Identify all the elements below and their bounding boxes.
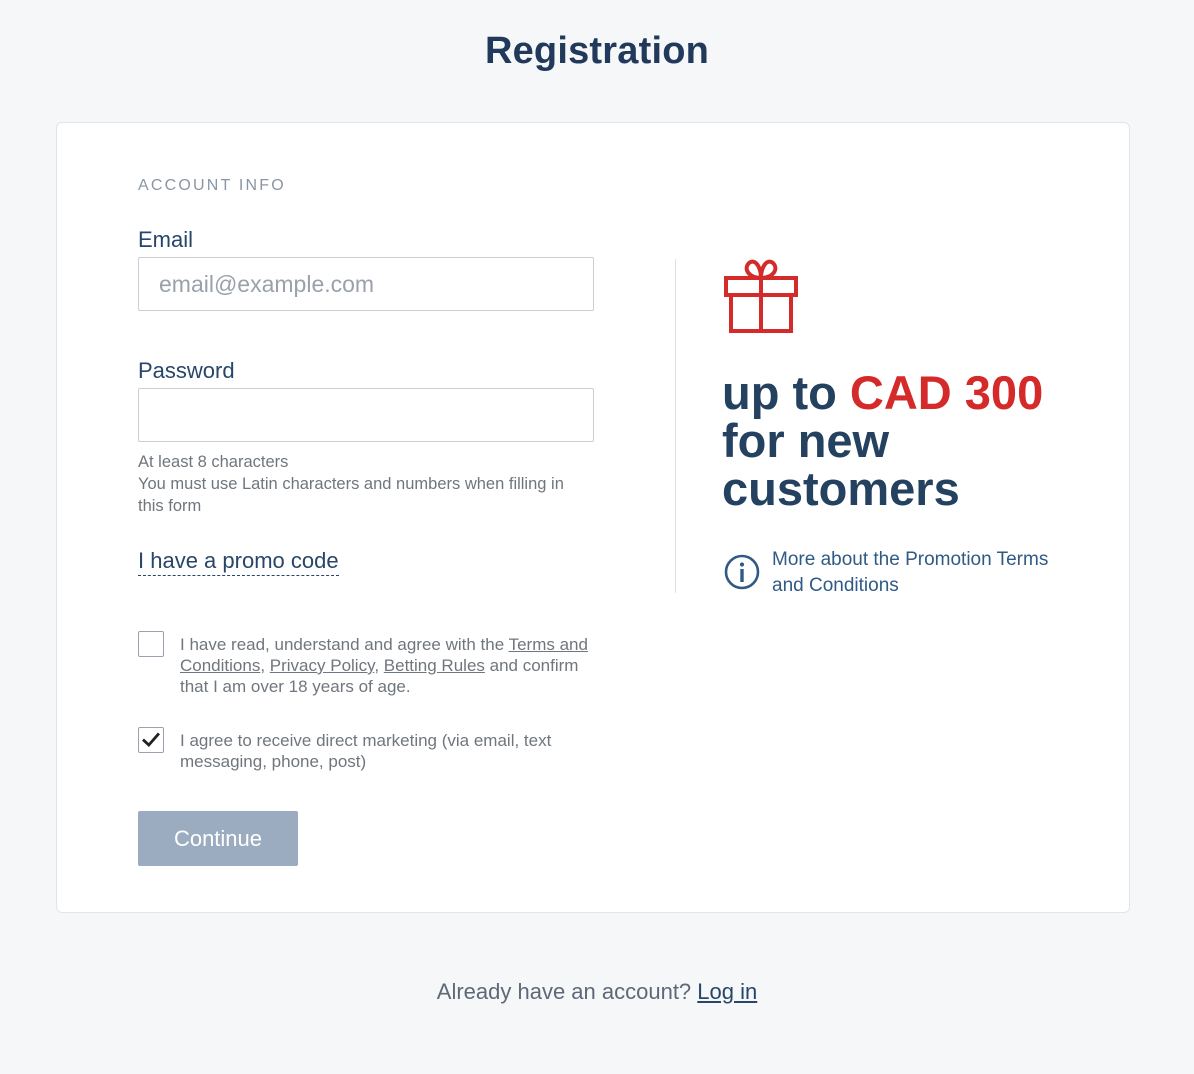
password-hint-length: At least 8 characters [138,453,289,471]
privacy-policy-link[interactable]: Privacy Policy [270,656,375,675]
section-heading-account-info: ACCOUNT INFO [138,177,286,194]
registration-card: ACCOUNT INFO Email Password At least 8 c… [56,122,1130,913]
email-input[interactable] [138,257,594,311]
terms-checkbox-label: I have read, understand and agree with t… [180,634,600,697]
terms-text-before: I have read, understand and agree with t… [180,635,509,654]
login-prompt-text: Already have an account? [436,979,698,1004]
promo-amount: CAD 300 [849,366,1044,419]
continue-button[interactable]: Continue [138,811,298,866]
page-title: Registration [484,30,710,72]
password-hint: At least 8 characters You must use Latin… [138,451,578,517]
promo-headline: up to CAD 300 for new customers [722,369,1082,513]
login-prompt: Already have an account? Log in [0,979,1194,1005]
marketing-checkbox[interactable] [138,727,164,753]
checkmark-icon [142,732,160,748]
betting-rules-link[interactable]: Betting Rules [384,656,485,675]
terms-separator-2: , [374,656,384,675]
login-link[interactable]: Log in [697,979,757,1004]
terms-separator-1: , [260,656,270,675]
password-hint-charset: You must use Latin characters and number… [138,475,564,515]
email-label: Email [138,227,194,252]
promo-code-link[interactable]: I have a promo code [138,547,339,576]
column-divider [675,259,676,593]
info-icon[interactable] [723,553,761,591]
gift-icon [724,259,798,333]
password-input[interactable] [138,388,594,442]
promotion-terms-link[interactable]: More about the Promotion Terms and Condi… [772,547,1052,599]
promo-headline-suffix: for new customers [722,414,960,515]
terms-checkbox[interactable] [138,631,164,657]
marketing-checkbox-label: I agree to receive direct marketing (via… [180,731,552,771]
promo-headline-prefix: up to [722,366,850,419]
password-label: Password [138,358,235,383]
